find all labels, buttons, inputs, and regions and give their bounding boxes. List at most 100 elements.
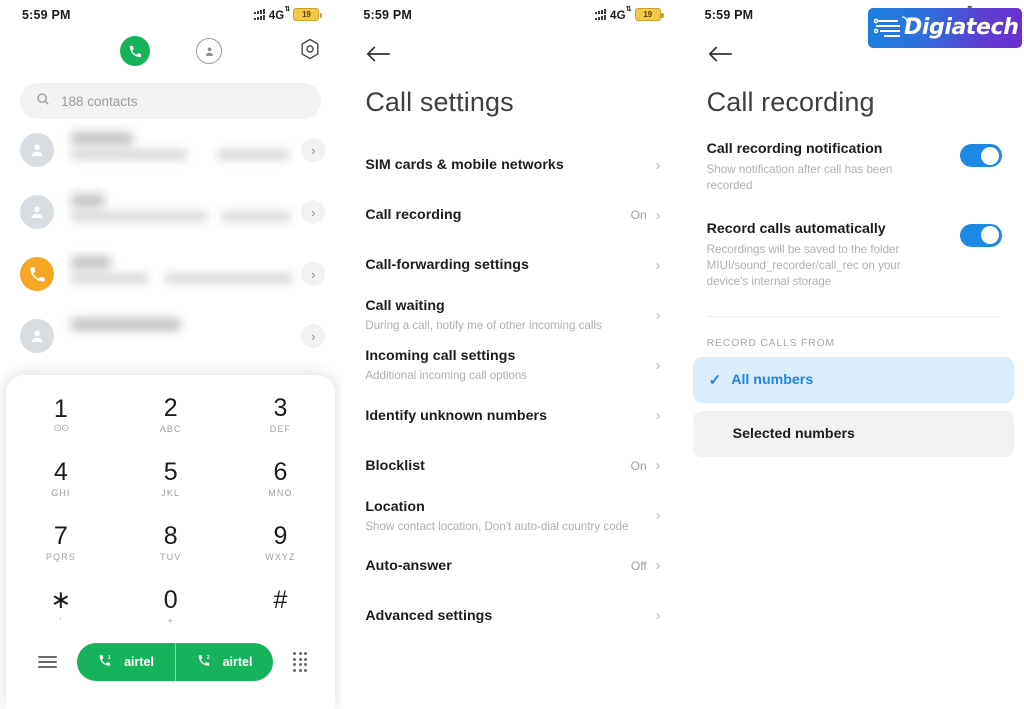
row-title: Auto-answer xyxy=(365,557,452,574)
page-title: Call recording xyxy=(706,87,875,117)
chevron-right-icon[interactable]: › xyxy=(301,324,326,348)
svg-text:1: 1 xyxy=(108,655,111,661)
row-title: Call recording notification xyxy=(706,141,883,157)
chevron-right-icon: › xyxy=(655,407,661,425)
digiatech-watermark-logo: Digiatech xyxy=(867,8,1022,48)
dialer-tabs xyxy=(0,30,341,74)
settings-row-blocklist[interactable]: Blocklist On › xyxy=(341,441,682,491)
option-all-numbers[interactable]: ✓ All numbers xyxy=(692,356,1014,403)
battery-icon: 19 xyxy=(293,8,323,22)
signal-bars-icon xyxy=(253,9,265,21)
status-time: 5:59 PM xyxy=(704,8,754,22)
page-title: Call settings xyxy=(365,87,514,117)
row-title: Location xyxy=(365,498,425,515)
sim1-label: airtel xyxy=(124,655,154,669)
chevron-right-icon[interactable]: › xyxy=(301,138,326,162)
call-button-sim2[interactable]: 2 airtel xyxy=(175,643,273,681)
list-item[interactable]: › xyxy=(0,243,341,305)
row-value: On xyxy=(630,208,647,222)
settings-row-call-recording[interactable]: Call recording On › xyxy=(341,190,682,240)
avatar xyxy=(20,257,54,291)
section-header: RECORD CALLS FROM xyxy=(706,336,835,349)
chevron-right-icon: › xyxy=(655,256,661,274)
list-item[interactable]: › xyxy=(0,181,341,243)
call-button-sim1[interactable]: 1 airtel xyxy=(77,643,175,681)
row-subtitle: Show notification after call has been re… xyxy=(706,163,893,192)
back-arrow-icon xyxy=(365,46,391,68)
toggle-row-call-recording-notification[interactable]: Call recording notification Show notific… xyxy=(683,140,1024,194)
key-3[interactable]: 3 DEF xyxy=(226,383,336,447)
voicemail-icon: ⊙⊙ xyxy=(53,422,70,434)
chevron-right-icon: › xyxy=(655,607,661,625)
tab-keypad[interactable] xyxy=(120,36,150,66)
key-7[interactable]: 7 PQRS xyxy=(6,511,116,575)
settings-row-advanced[interactable]: Advanced settings › xyxy=(341,591,682,641)
network-type-label: 4G⇅ xyxy=(268,6,291,22)
chevron-right-icon: › xyxy=(655,507,661,525)
dialpad-grid-icon[interactable] xyxy=(293,652,308,672)
key-5[interactable]: 5 JKL xyxy=(116,447,226,511)
settings-row-call-forwarding[interactable]: Call-forwarding settings › xyxy=(341,240,682,290)
key-2[interactable]: 2 ABC xyxy=(116,383,226,447)
phone-icon xyxy=(120,36,150,66)
toggle-switch-notification[interactable] xyxy=(959,144,1002,167)
tab-settings[interactable] xyxy=(300,38,320,65)
chevron-right-icon: › xyxy=(655,156,661,174)
key-6[interactable]: 6 MNO xyxy=(226,447,336,511)
network-type-label: 4G⇅ xyxy=(610,6,632,22)
chevron-right-icon: › xyxy=(655,356,661,374)
person-icon xyxy=(196,38,222,64)
toggle-row-record-calls-automatically[interactable]: Record calls automatically Recordings wi… xyxy=(683,220,1024,290)
status-bar: 5:59 PM 4G⇅ 19 xyxy=(0,0,341,30)
list-item[interactable]: › xyxy=(0,119,341,181)
row-title: SIM cards & mobile networks xyxy=(365,157,564,173)
dialpad: 1 ⊙⊙ 2 ABC 3 DEF 4 GHI 5 JKL 6 MNO 7 PQR… xyxy=(6,383,335,639)
back-button[interactable] xyxy=(341,30,682,69)
row-title: Identify unknown numbers xyxy=(365,407,548,424)
row-title: Incoming call settings xyxy=(365,348,516,365)
search-input[interactable]: 188 contacts xyxy=(20,83,322,119)
key-9[interactable]: 9 WXYZ xyxy=(226,511,336,575)
chevron-right-icon[interactable]: › xyxy=(301,262,326,286)
settings-row-location[interactable]: Location Show contact location, Don't au… xyxy=(341,491,682,541)
key-8[interactable]: 8 TUV xyxy=(116,511,226,575)
avatar xyxy=(20,195,54,229)
tab-contacts[interactable] xyxy=(196,38,222,64)
option-selected-numbers[interactable]: Selected numbers xyxy=(692,410,1014,457)
key-4[interactable]: 4 GHI xyxy=(6,447,116,511)
sim2-label: airtel xyxy=(222,655,253,669)
list-item[interactable]: › xyxy=(0,305,341,367)
settings-row-identify-unknown[interactable]: Identify unknown numbers › xyxy=(341,391,682,441)
row-title: Call waiting xyxy=(365,298,445,314)
chevron-right-icon: › xyxy=(655,557,661,575)
dialpad-sheet: 1 ⊙⊙ 2 ABC 3 DEF 4 GHI 5 JKL 6 MNO 7 PQR… xyxy=(6,375,336,709)
chevron-right-icon[interactable]: › xyxy=(301,200,326,224)
settings-row-call-waiting[interactable]: Call waiting During a call, notify me of… xyxy=(341,290,682,340)
settings-row-incoming-call[interactable]: Incoming call settings Additional incomi… xyxy=(341,340,682,390)
contact-list: › › › › xyxy=(0,119,341,367)
recording-toggle-list: Call recording notification Show notific… xyxy=(683,140,1024,290)
chevron-right-icon: › xyxy=(655,306,661,324)
key-star[interactable]: ∗ ' xyxy=(6,575,116,639)
key-hash[interactable]: # xyxy=(226,575,336,639)
chevron-right-icon: › xyxy=(655,206,661,224)
settings-row-auto-answer[interactable]: Auto-answer Off › xyxy=(341,541,682,591)
toggle-switch-auto-record[interactable] xyxy=(959,223,1002,247)
option-label: All numbers xyxy=(731,371,814,388)
row-title: Call-forwarding settings xyxy=(365,257,529,273)
gear-icon xyxy=(300,38,320,64)
search-placeholder: 188 contacts xyxy=(61,93,138,109)
three-panel-screenshot: 5:59 PM 4G⇅ 19 188 contacts › › › › 1 ⊙⊙… xyxy=(0,0,1024,709)
settings-row-sim-cards[interactable]: SIM cards & mobile networks › xyxy=(341,140,682,190)
key-0[interactable]: 0 + xyxy=(116,575,226,639)
contact-text-redacted xyxy=(69,316,286,356)
option-label: Selected numbers xyxy=(732,425,855,442)
call-icon: 1 xyxy=(98,653,113,671)
key-1[interactable]: 1 ⊙⊙ xyxy=(6,383,116,447)
row-title: Record calls automatically xyxy=(706,220,886,237)
row-title: Call recording xyxy=(365,207,462,223)
row-subtitle: During a call, notify me of other incomi… xyxy=(365,319,602,332)
call-settings-screen: 5:59 PM 4G⇅ 19 Call settings SIM cards &… xyxy=(341,0,683,709)
hamburger-menu-icon[interactable] xyxy=(38,652,57,672)
row-value: Off xyxy=(630,558,647,573)
